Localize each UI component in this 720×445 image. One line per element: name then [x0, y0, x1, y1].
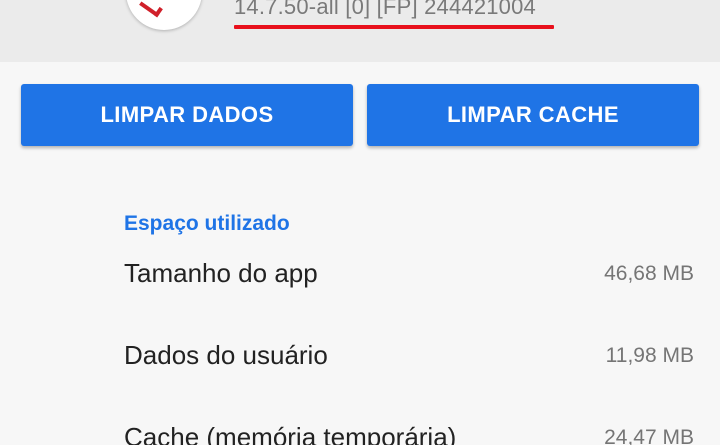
- clear-cache-button[interactable]: LIMPAR CACHE: [367, 84, 699, 146]
- app-header: 14.7.50-all [0] [FP] 244421004: [0, 0, 720, 62]
- storage-row-user-data: Dados do usuário 11,98 MB: [124, 340, 694, 380]
- clear-data-button[interactable]: LIMPAR DADOS: [21, 84, 353, 146]
- storage-section-title: Espaço utilizado: [124, 212, 290, 235]
- storage-row-label: Dados do usuário: [124, 340, 328, 370]
- storage-row-label: Cache (memória temporária): [124, 422, 457, 445]
- app-logo-mark: [139, 0, 163, 18]
- storage-row-value: 24,47 MB: [604, 426, 694, 445]
- storage-row-value: 46,68 MB: [604, 262, 694, 285]
- version-highlight-underline: [234, 25, 554, 29]
- storage-row-label: Tamanho do app: [124, 258, 318, 288]
- storage-row-cache: Cache (memória temporária) 24,47 MB: [124, 422, 694, 445]
- app-icon: [126, 0, 202, 30]
- storage-row-value: 11,98 MB: [605, 344, 694, 367]
- storage-row-app-size: Tamanho do app 46,68 MB: [124, 258, 694, 298]
- app-version-text: 14.7.50-all [0] [FP] 244421004: [234, 0, 536, 19]
